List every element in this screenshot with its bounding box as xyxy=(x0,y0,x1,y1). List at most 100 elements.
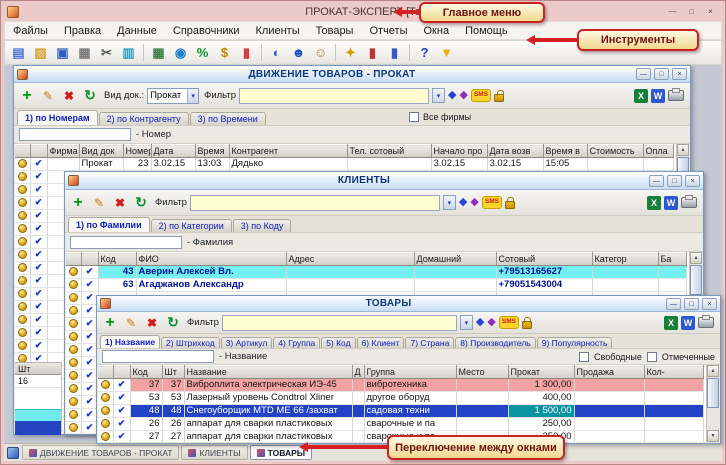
table-row[interactable]: ✔4848Снегоуборщик MTD ME 66 /захватсадов… xyxy=(98,405,703,418)
tab[interactable]: 2) Штрихкод xyxy=(161,337,220,348)
row-check-icon[interactable]: ✔ xyxy=(86,396,94,406)
column-header[interactable]: Продажа xyxy=(574,366,644,379)
window-maximize-button[interactable]: □ xyxy=(654,68,669,80)
row-check-icon[interactable]: ✔ xyxy=(35,184,43,194)
tab[interactable]: 3) по Времени xyxy=(190,112,266,125)
sms-button[interactable]: SMS xyxy=(482,196,502,209)
filter-icon[interactable]: ▼ xyxy=(436,43,457,63)
window-tab[interactable]: ДВИЖЕНИЕ ТОВАРОВ - ПРОКАТ xyxy=(22,445,179,460)
lock-icon[interactable] xyxy=(505,201,515,209)
search-input[interactable] xyxy=(70,236,182,249)
excel-export-button[interactable]: X xyxy=(647,196,661,210)
filter-dropdown-button[interactable]: ▾ xyxy=(460,315,473,330)
add-button[interactable]: + xyxy=(18,87,36,105)
row-check-icon[interactable]: ✔ xyxy=(86,422,94,432)
minimize-button[interactable]: — xyxy=(664,6,681,19)
close-button[interactable]: × xyxy=(702,6,719,19)
column-header[interactable] xyxy=(113,366,130,379)
tab[interactable]: 9) Популярность xyxy=(537,337,613,348)
row-check-icon[interactable]: ✔ xyxy=(35,314,43,324)
window-close-button[interactable]: × xyxy=(672,68,687,80)
refresh-button[interactable]: ↻ xyxy=(81,87,99,105)
chart-icon[interactable]: ▮ xyxy=(236,43,257,63)
row-check-icon[interactable]: ✔ xyxy=(35,288,43,298)
column-header[interactable]: Код xyxy=(98,253,136,266)
all-firms-checkbox[interactable] xyxy=(409,112,419,122)
row-check-icon[interactable]: ✔ xyxy=(35,223,43,233)
column-header[interactable]: Дата xyxy=(151,145,195,158)
tab[interactable]: 3) Артикул xyxy=(221,337,273,348)
lock-icon[interactable] xyxy=(494,94,504,102)
row-check-icon[interactable]: ✔ xyxy=(86,357,94,367)
column-header[interactable] xyxy=(15,145,30,158)
calculator-icon[interactable]: ▦ xyxy=(148,43,169,63)
delete-button[interactable]: ✖ xyxy=(60,87,78,105)
column-header[interactable]: Вид док xyxy=(79,145,123,158)
row-check-icon[interactable]: ✔ xyxy=(35,171,43,181)
scroll-up-icon[interactable]: ▴ xyxy=(677,144,689,156)
rental-title-bar[interactable]: ДВИЖЕНИЕ ТОВАРОВ - ПРОКАТ — □ × xyxy=(14,66,690,83)
diamond-blue-icon[interactable]: ◆ xyxy=(459,197,467,208)
row-check-icon[interactable]: ✔ xyxy=(35,262,43,272)
open-folder-icon[interactable]: ▨ xyxy=(30,43,51,63)
delete-button[interactable]: ✖ xyxy=(111,194,129,212)
menu-item[interactable]: Товары xyxy=(308,23,362,39)
row-check-icon[interactable]: ✔ xyxy=(35,340,43,350)
menu-item[interactable]: Файлы xyxy=(5,23,56,39)
edit-button[interactable]: ✎ xyxy=(90,194,108,212)
refresh-button[interactable]: ↻ xyxy=(164,314,182,332)
tab[interactable]: 6) Клиент xyxy=(357,337,405,348)
diamond-purple-icon[interactable]: ◆ xyxy=(459,90,467,101)
column-header[interactable]: Фирма xyxy=(47,145,79,158)
column-header[interactable]: Место xyxy=(456,366,508,379)
filter-input[interactable] xyxy=(190,195,440,211)
window-close-button[interactable]: × xyxy=(702,298,717,310)
tab[interactable]: 7) Страна xyxy=(405,337,454,348)
word-export-button[interactable]: W xyxy=(651,89,665,103)
sms-button[interactable]: SMS xyxy=(499,316,519,329)
column-header[interactable]: Стоимость xyxy=(587,145,643,158)
menu-item[interactable]: Окна xyxy=(416,23,458,39)
marked-checkbox[interactable] xyxy=(647,352,657,362)
column-header[interactable] xyxy=(98,366,113,379)
print-icon[interactable] xyxy=(668,90,684,101)
window-close-button[interactable]: × xyxy=(685,175,700,187)
contacts-icon[interactable]: ☺ xyxy=(310,43,331,63)
money-icon[interactable]: $ xyxy=(214,43,235,63)
row-check-icon[interactable]: ✔ xyxy=(86,279,94,289)
table-row[interactable]: ✔43Аверин Алексей Вл.+79513165627 xyxy=(66,266,686,279)
panel-icon[interactable] xyxy=(7,447,19,459)
column-header[interactable]: Сотовый xyxy=(496,253,592,266)
column-header[interactable]: Тел. сотовый xyxy=(347,145,431,158)
row-check-icon[interactable]: ✔ xyxy=(35,275,43,285)
save-icon[interactable]: ▣ xyxy=(52,43,73,63)
scroll-thumb[interactable] xyxy=(690,265,702,295)
filter-input[interactable] xyxy=(222,315,457,331)
tab[interactable]: 5) Код xyxy=(321,337,355,348)
word-export-button[interactable]: W xyxy=(681,316,695,330)
column-header[interactable] xyxy=(66,253,81,266)
row-check-icon[interactable]: ✔ xyxy=(35,301,43,311)
row-check-icon[interactable]: ✔ xyxy=(35,197,43,207)
free-checkbox[interactable] xyxy=(579,352,589,362)
row-check-icon[interactable]: ✔ xyxy=(86,266,94,276)
column-header[interactable]: Д xyxy=(352,366,364,379)
menu-item[interactable]: Справочники xyxy=(165,23,248,39)
search-input[interactable] xyxy=(19,128,131,141)
key-icon[interactable]: ✦ xyxy=(340,43,361,63)
menu-item[interactable]: Помощь xyxy=(457,23,516,39)
percent-icon[interactable]: % xyxy=(192,43,213,63)
window-minimize-button[interactable]: — xyxy=(666,298,681,310)
new-document-icon[interactable]: ▤ xyxy=(8,43,29,63)
column-header[interactable]: Шт xyxy=(162,366,184,379)
column-header[interactable] xyxy=(81,253,98,266)
window-maximize-button[interactable]: □ xyxy=(684,298,699,310)
row-check-icon[interactable]: ✔ xyxy=(118,405,126,415)
row-check-icon[interactable]: ✔ xyxy=(118,392,126,402)
menu-item[interactable]: Правка xyxy=(56,23,109,39)
column-header[interactable]: Прокат xyxy=(508,366,574,379)
row-check-icon[interactable]: ✔ xyxy=(86,292,94,302)
scroll-up-icon[interactable]: ▴ xyxy=(707,365,719,377)
column-header[interactable]: Категор xyxy=(592,253,658,266)
menu-item[interactable]: Данные xyxy=(109,23,165,39)
